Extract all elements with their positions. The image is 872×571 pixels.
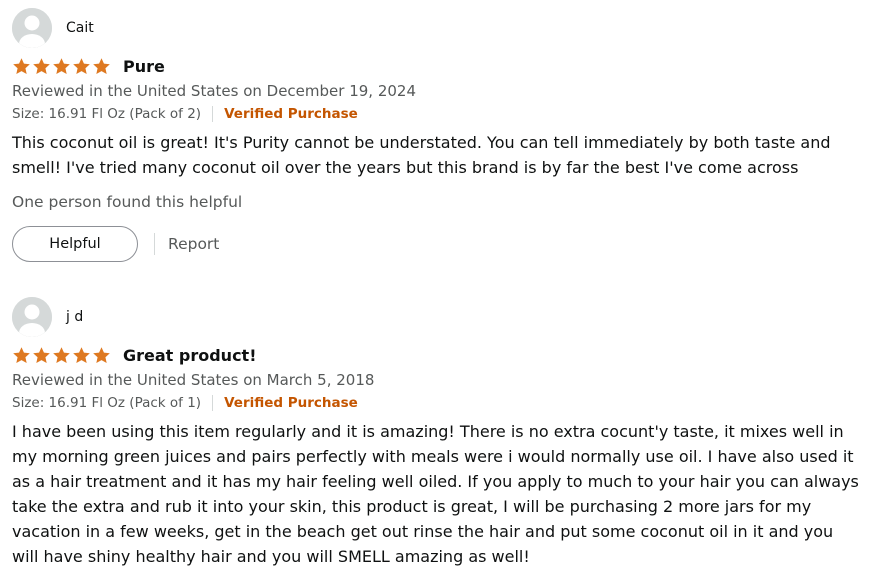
product-variant[interactable]: Size: 16.91 Fl Oz (Pack of 1) (12, 395, 201, 411)
rating-row: Pure (12, 56, 862, 76)
star-rating[interactable] (12, 57, 111, 76)
reviewer-name[interactable]: j d (66, 309, 83, 325)
review-actions: Helpful Report (12, 226, 862, 262)
review-meta: Size: 16.91 Fl Oz (Pack of 1) Verified P… (12, 393, 862, 413)
review-date: Reviewed in the United States on March 5… (12, 371, 375, 389)
review-meta: Size: 16.91 Fl Oz (Pack of 2) Verified P… (12, 104, 862, 124)
divider (154, 233, 155, 255)
review-title[interactable]: Pure (123, 57, 165, 76)
divider (212, 106, 214, 122)
review-card: Cait Pure Reviewed in the United States … (12, 8, 862, 262)
star-icon (32, 346, 51, 365)
default-avatar-icon (12, 8, 52, 48)
review-body: I have been using this item regularly an… (12, 422, 859, 566)
helpful-button[interactable]: Helpful (12, 226, 138, 262)
review-card: j d Great product! Reviewed in the Unite… (12, 297, 862, 569)
review-body: This coconut oil is great! It's Purity c… (12, 133, 831, 177)
reviewer-profile[interactable]: Cait (12, 8, 862, 48)
star-icon (92, 57, 111, 76)
default-avatar-icon (12, 297, 52, 337)
review-date: Reviewed in the United States on Decembe… (12, 82, 417, 100)
review-title[interactable]: Great product! (123, 346, 257, 365)
helpful-count: One person found this helpful (12, 193, 243, 211)
rating-row: Great product! (12, 345, 862, 365)
divider (212, 395, 214, 411)
star-icon (52, 346, 71, 365)
star-icon (32, 57, 51, 76)
star-icon (72, 57, 91, 76)
reviewer-name[interactable]: Cait (66, 20, 94, 36)
star-rating[interactable] (12, 346, 111, 365)
report-link[interactable]: Report (168, 235, 219, 253)
star-icon (92, 346, 111, 365)
verified-purchase-badge: Verified Purchase (224, 106, 358, 122)
reviewer-profile[interactable]: j d (12, 297, 862, 337)
star-icon (72, 346, 91, 365)
product-variant[interactable]: Size: 16.91 Fl Oz (Pack of 2) (12, 106, 201, 122)
star-icon (12, 346, 31, 365)
verified-purchase-badge: Verified Purchase (224, 395, 358, 411)
star-icon (12, 57, 31, 76)
star-icon (52, 57, 71, 76)
